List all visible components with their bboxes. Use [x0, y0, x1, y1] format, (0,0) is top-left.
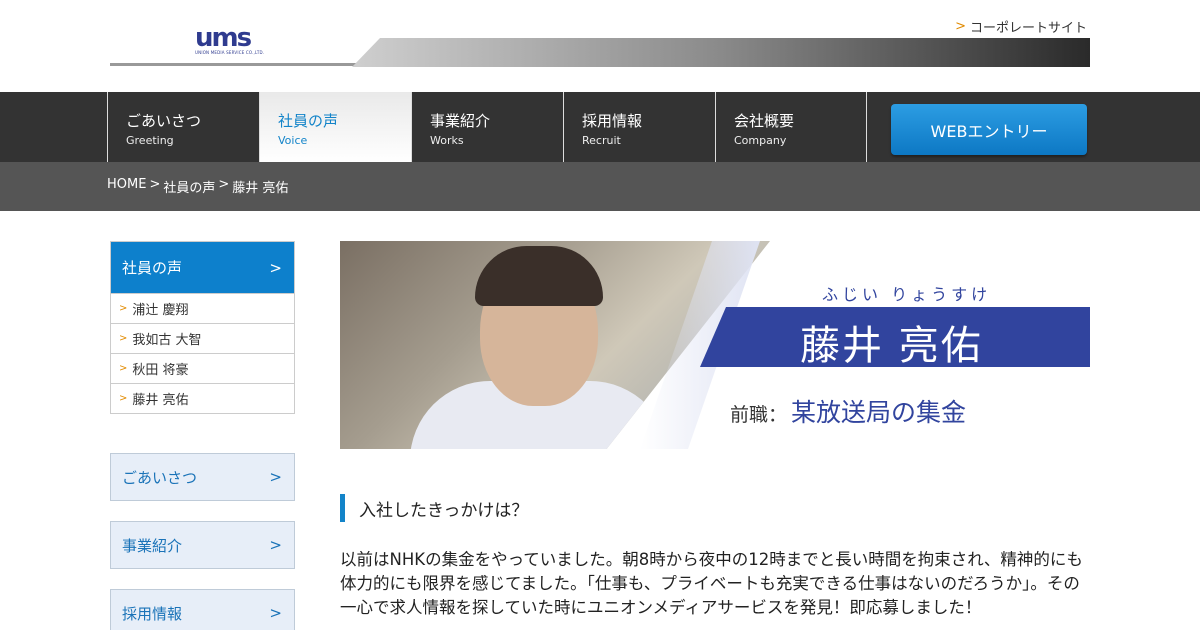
- breadcrumb-separator: >: [218, 177, 230, 192]
- sidebar-item-ganeko[interactable]: > 我如古 大智: [111, 323, 294, 353]
- sidebar-item-akita[interactable]: > 秋田 将豪: [111, 353, 294, 383]
- corporate-site-link[interactable]: > コーポレートサイト: [955, 17, 1087, 36]
- previous-job: 前職： 某放送局の集金: [730, 393, 966, 429]
- breadcrumb: HOME > 社員の声 > 藤井 亮佑: [107, 177, 288, 196]
- sidebar-item-label: 藤井 亮佑: [132, 393, 189, 408]
- sidebar-link-recruit[interactable]: 採用情報 >: [110, 589, 295, 630]
- nav-item-recruit[interactable]: 採用情報 Recruit: [563, 92, 715, 162]
- nav-item-company[interactable]: 会社概要 Company: [715, 92, 867, 162]
- answer-text: 以前はNHKの集金をやっていました。朝8時から夜中の12時までと長い時間を拘束さ…: [340, 550, 1083, 617]
- header-gradient-bar: [352, 38, 1090, 67]
- breadcrumb-section[interactable]: 社員の声: [163, 177, 215, 196]
- nav-label-ja: 採用情報: [582, 112, 643, 130]
- chevron-right-icon: >: [269, 258, 282, 277]
- web-entry-button[interactable]: WEBエントリー: [891, 104, 1087, 155]
- chevron-right-icon: >: [955, 19, 966, 34]
- employee-hero-banner: ふじい りょうすけ 藤井 亮佑 前職： 某放送局の集金: [340, 241, 1090, 449]
- chevron-right-icon: >: [269, 536, 282, 554]
- employee-name-kana: ふじい りょうすけ: [822, 285, 992, 304]
- company-logo[interactable]: ums UNION MEDIA SERVICE CO.,LTD.: [195, 23, 265, 56]
- sidebar-item-fujii[interactable]: > 藤井 亮佑: [111, 383, 294, 413]
- question-heading: 入社したきっかけは？: [340, 494, 528, 522]
- header-divider: [110, 63, 360, 66]
- sidebar-link-label: 事業紹介: [122, 536, 183, 555]
- nav-label-ja: 社員の声: [278, 112, 339, 130]
- nav-label-en: Greeting: [126, 134, 174, 147]
- sidebar-item-label: 秋田 将豪: [132, 363, 189, 378]
- sidebar-voice-menu: 社員の声 > > 浦辻 慶翔 > 我如古 大智 > 秋田 将豪 > 藤井 亮佑: [110, 241, 295, 414]
- nav-label-ja: 事業紹介: [430, 112, 491, 130]
- breadcrumb-home[interactable]: HOME: [107, 177, 146, 196]
- sidebar-link-works[interactable]: 事業紹介 >: [110, 521, 295, 569]
- logo-mark: ums: [195, 23, 252, 53]
- global-nav: ごあいさつ Greeting 社員の声 Voice 事業紹介 Works 採用情…: [0, 92, 1200, 162]
- sidebar-heading-label: 社員の声: [122, 259, 183, 277]
- sidebar-item-label: 浦辻 慶翔: [132, 303, 189, 318]
- sidebar-link-greeting[interactable]: ごあいさつ >: [110, 453, 295, 501]
- nav-label-en: Voice: [278, 134, 308, 147]
- sidebar-heading[interactable]: 社員の声 >: [111, 242, 294, 293]
- nav-label-ja: ごあいさつ: [126, 112, 202, 130]
- nav-item-voice[interactable]: 社員の声 Voice: [259, 92, 411, 162]
- previous-job-label: 前職：: [730, 404, 788, 426]
- chevron-right-icon: >: [119, 333, 128, 344]
- sidebar-item-label: 我如古 大智: [132, 333, 202, 348]
- breadcrumb-separator: >: [149, 177, 161, 192]
- breadcrumb-current: 藤井 亮佑: [232, 181, 289, 196]
- sidebar-item-uratsuji[interactable]: > 浦辻 慶翔: [111, 293, 294, 323]
- chevron-right-icon: >: [269, 604, 282, 622]
- nav-label-en: Company: [734, 134, 787, 147]
- nav-label-en: Works: [430, 134, 464, 147]
- logo-subtitle: UNION MEDIA SERVICE CO.,LTD.: [195, 50, 265, 55]
- chevron-right-icon: >: [269, 468, 282, 486]
- previous-job-value: 某放送局の集金: [791, 398, 967, 427]
- employee-name: 藤井 亮佑: [800, 323, 983, 369]
- nav-item-greeting[interactable]: ごあいさつ Greeting: [107, 92, 259, 162]
- nav-label-ja: 会社概要: [734, 112, 795, 130]
- chevron-right-icon: >: [119, 303, 128, 314]
- breadcrumb-bar: HOME > 社員の声 > 藤井 亮佑: [0, 162, 1200, 211]
- site-header: ums UNION MEDIA SERVICE CO.,LTD. > コーポレー…: [0, 0, 1200, 92]
- photo-hair-shape: [475, 246, 603, 306]
- chevron-right-icon: >: [119, 363, 128, 374]
- corporate-site-label: コーポレートサイト: [969, 21, 1087, 36]
- sidebar-link-label: ごあいさつ: [122, 468, 198, 487]
- nav-item-works[interactable]: 事業紹介 Works: [411, 92, 563, 162]
- nav-label-en: Recruit: [582, 134, 621, 147]
- sidebar-link-label: 採用情報: [122, 604, 183, 623]
- chevron-right-icon: >: [119, 393, 128, 404]
